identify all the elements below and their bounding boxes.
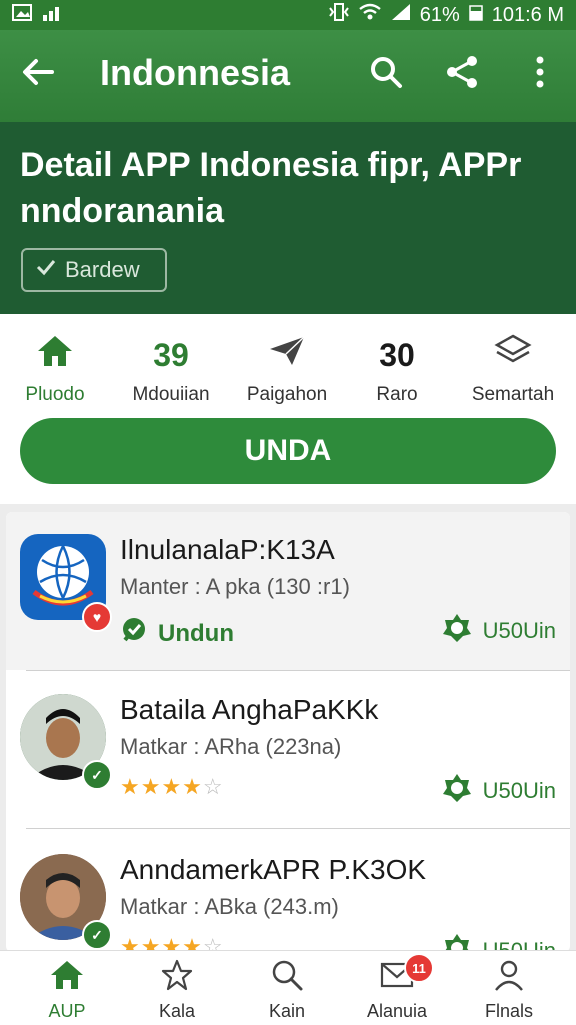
wifi-icon (358, 2, 382, 28)
app-bar: Indonnesia (0, 30, 576, 122)
nav-item-alanuia[interactable]: 11 Alanuia (342, 953, 452, 1022)
stat-label: Mdouiian (132, 384, 210, 405)
search-icon (368, 54, 404, 95)
image-icon (12, 3, 34, 29)
list-item[interactable]: ♥ IlnulanalaP:K13A Manter : A pka (130 :… (6, 512, 570, 670)
list-item[interactable]: ✓ AnndamerkAPR P.K3OK Matkar : ABka (243… (6, 832, 570, 952)
stat-layers[interactable]: Semartah (458, 332, 568, 406)
clock: 101:6 M (491, 3, 564, 26)
stat-home[interactable]: Pluodo (0, 332, 110, 406)
nav-label: AUP (48, 1001, 86, 1021)
more-options-button[interactable] (518, 52, 562, 96)
item-subtitle: Manter : A pka (130 :r1) (120, 574, 350, 599)
item-subtitle: Matkar : ABka (243.m) (120, 894, 339, 919)
chat-icon (120, 616, 148, 651)
app-list: ♥ IlnulanalaP:K13A Manter : A pka (130 :… (6, 512, 570, 952)
share-icon (444, 54, 480, 95)
app-title: Indonnesia (100, 52, 291, 93)
nav-label: Alanuia (366, 1001, 428, 1021)
more-vert-icon (534, 54, 546, 95)
item-subtitle: Matkar : ARha (223na) (120, 734, 342, 759)
home-icon (35, 333, 75, 377)
badge-star-icon (441, 932, 473, 952)
check-badge-icon: ✓ (82, 920, 112, 950)
star-icon (160, 958, 194, 997)
cell-signal-icon (390, 2, 412, 28)
nav-item-kala[interactable]: Kala (122, 959, 232, 1022)
item-meta[interactable]: U50Uin (441, 772, 556, 810)
vibrate-icon (328, 2, 350, 28)
stat-label: Semartah (471, 384, 555, 405)
stat-label: Raro (376, 384, 418, 405)
stat-value: 39 (153, 336, 189, 373)
layers-icon (493, 333, 533, 377)
stat-count-1[interactable]: 39 Mdouiian (116, 332, 226, 406)
item-title: IlnulanalaP:K13A (120, 534, 335, 565)
stat-label: Paigahon (246, 384, 328, 405)
status-bar: 61% 101:6 M (0, 0, 576, 30)
list-item[interactable]: ✓ Bataila AnghaPaKKk Matkar : ARha (223n… (6, 672, 570, 830)
badge-star-icon (441, 772, 473, 810)
item-meta-label: U50Uin (482, 618, 556, 643)
divider (26, 828, 570, 829)
stat-count-2[interactable]: 30 Raro (342, 332, 452, 406)
undun-link[interactable]: Undun (120, 616, 234, 651)
person-icon (492, 958, 526, 997)
item-meta-label: U50Uin (482, 778, 556, 803)
search-icon (270, 958, 304, 997)
bardew-chip[interactable]: Bardew (21, 248, 167, 292)
stats-panel: Pluodo 39 Mdouiian Paigahon 30 Raro Sema… (0, 314, 576, 504)
unda-button[interactable]: UNDA (20, 418, 556, 484)
arrow-left-icon (20, 54, 56, 95)
item-title: Bataila AnghaPaKKk (120, 694, 379, 725)
item-meta[interactable]: U50Uin (441, 612, 556, 650)
signal-bars-icon (42, 3, 64, 29)
nav-item-flnals[interactable]: Flnals (454, 959, 564, 1022)
nav-item-kain[interactable]: Kain (232, 959, 342, 1022)
battery-percent: 61% (419, 3, 460, 26)
stat-label: Pluodo (25, 384, 85, 405)
check-badge-icon: ✓ (82, 760, 112, 790)
battery-icon (468, 2, 484, 28)
notification-badge: 11 (404, 953, 434, 983)
rating-stars: ★★★★☆ (120, 774, 224, 799)
share-button[interactable] (440, 52, 484, 96)
divider (26, 670, 570, 671)
paper-plane-icon (267, 333, 307, 377)
hero-heading: Detail APP Indonesia fipr, APPr nndorana… (20, 146, 522, 230)
hero-banner: Detail APP Indonesia fipr, APPr nndorana… (0, 122, 576, 314)
nav-label: Kala (158, 1001, 196, 1021)
home-icon (49, 959, 85, 996)
back-button[interactable] (16, 52, 60, 96)
item-title: AnndamerkAPR P.K3OK (120, 854, 427, 885)
stat-send[interactable]: Paigahon (232, 332, 342, 406)
nav-label: Flnals (484, 1001, 533, 1021)
badge-star-icon (441, 612, 473, 650)
nav-label: Kain (268, 1001, 306, 1021)
bottom-navigation: AUP Kala Kain 11 Alanuia Flnals (0, 950, 576, 1025)
check-icon (35, 256, 57, 284)
item-meta[interactable]: U50Uin (441, 932, 556, 952)
chip-label: Bardew (65, 257, 140, 282)
nav-item-aup[interactable]: AUP (12, 959, 122, 1022)
stat-value: 30 (379, 336, 415, 373)
search-button[interactable] (364, 52, 408, 96)
heart-badge-icon: ♥ (82, 602, 112, 632)
undun-label: Undun (158, 619, 234, 647)
